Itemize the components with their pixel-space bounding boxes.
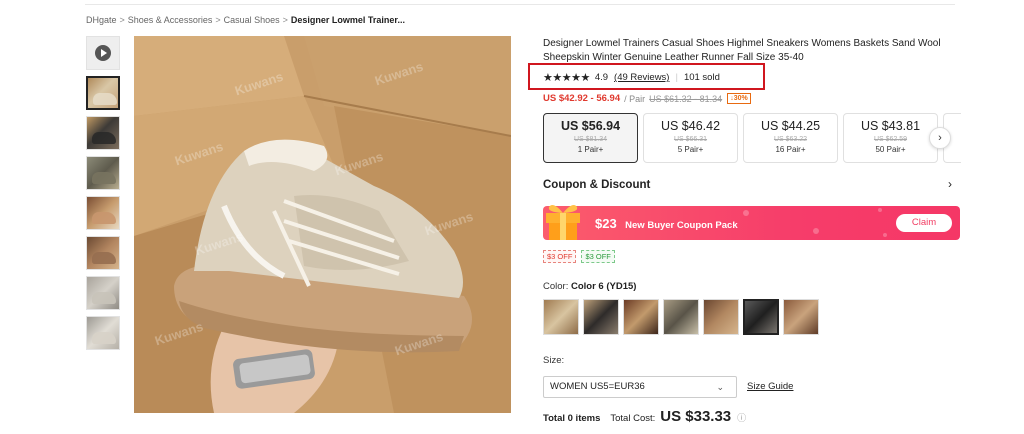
- discount-badge: ↓30%: [727, 93, 751, 104]
- color-swatch[interactable]: [583, 299, 619, 335]
- size-select[interactable]: WOMEN US5=EUR36 ⌄: [543, 376, 737, 398]
- total-cost-label: Total Cost:: [610, 413, 656, 424]
- product-title: Designer Lowmel Trainers Casual Shoes Hi…: [543, 38, 941, 63]
- chevron-right-icon[interactable]: ›: [948, 177, 952, 191]
- info-icon[interactable]: ⓘ: [737, 411, 746, 424]
- thumbnail-image[interactable]: [86, 236, 120, 270]
- color-swatches: [543, 299, 823, 335]
- chevron-right-icon[interactable]: ›: [929, 127, 951, 149]
- breadcrumb-separator: >: [282, 15, 288, 25]
- breadcrumb: DHgate > Shoes & Accessories > Casual Shoes >…: [86, 15, 405, 25]
- thumbnail-image[interactable]: [86, 76, 120, 110]
- discount-chips: $3 OFF $3 OFF: [543, 250, 620, 263]
- sold-count: 101 sold: [683, 72, 720, 83]
- breadcrumb-item-subcategory[interactable]: Casual Shoes: [224, 15, 280, 25]
- thumbnail-image[interactable]: [86, 276, 120, 310]
- size-select-value: WOMEN US5=EUR36: [550, 381, 645, 392]
- color-swatch[interactable]: [663, 299, 699, 335]
- price-row: US $42.92 - 56.94 / Pair US $61.32 - 81.…: [543, 93, 751, 104]
- thumbnail-list: [86, 36, 122, 356]
- selected-color-name: Color 6 (YD15): [570, 281, 637, 292]
- color-label-prefix: Color:: [543, 281, 569, 292]
- breadcrumb-item-home[interactable]: DHgate: [86, 15, 117, 25]
- breadcrumb-current: Designer Lowmel Trainer...: [290, 15, 405, 25]
- breadcrumb-separator: >: [215, 15, 221, 25]
- total-cost: US $33.33: [660, 408, 732, 425]
- tier-original-price: US $81.34: [573, 136, 608, 143]
- rating-value: 4.9: [594, 72, 609, 83]
- size-guide-link[interactable]: Size Guide: [747, 381, 793, 392]
- price-tier[interactable]: US $43.81 US $62.59 50 Pair+: [843, 113, 938, 163]
- size-label: Size:: [543, 355, 565, 366]
- color-label: Color: Color 6 (YD15): [543, 281, 636, 292]
- breadcrumb-separator: >: [119, 15, 125, 25]
- color-swatch[interactable]: [623, 299, 659, 335]
- coupon-chip[interactable]: $3 OFF: [543, 250, 577, 263]
- total-row: Total 0 items Total Cost: US $33.33 ⓘ: [543, 408, 746, 425]
- tier-quantity: 1 Pair+: [577, 145, 604, 154]
- rating-separator: |: [675, 72, 678, 83]
- tier-price: US $56.94: [560, 119, 621, 133]
- play-icon: [95, 45, 111, 61]
- tier-price: US $43.81: [860, 119, 921, 133]
- price-tier[interactable]: US $56.94 US $81.34 1 Pair+: [543, 113, 638, 163]
- price-range: US $42.92 - 56.94: [543, 93, 621, 104]
- price-unit: / Pair: [624, 93, 646, 104]
- original-price-range: US $61.32 - 81.34: [649, 93, 723, 104]
- breadcrumb-item-category[interactable]: Shoes & Accessories: [128, 15, 213, 25]
- price-tier[interactable]: US $46.42 US $66.31 5 Pair+: [643, 113, 738, 163]
- thumbnail-image[interactable]: [86, 156, 120, 190]
- color-swatch[interactable]: [783, 299, 819, 335]
- thumbnail-video[interactable]: [86, 36, 120, 70]
- price-tiers: US $56.94 US $81.34 1 Pair+ US $46.42 US…: [543, 113, 961, 163]
- tier-quantity: 16 Pair+: [775, 145, 806, 154]
- coupon-amount: $23: [595, 216, 617, 231]
- thumbnail-image[interactable]: [86, 316, 120, 350]
- chevron-down-icon: ⌄: [716, 382, 724, 392]
- thumbnail-image[interactable]: [86, 196, 120, 230]
- reviews-link[interactable]: (49 Reviews): [614, 72, 669, 83]
- color-swatch[interactable]: [703, 299, 739, 335]
- claim-button[interactable]: Claim: [896, 214, 952, 232]
- gift-icon: [546, 205, 580, 240]
- rating-row: ★★★★★ 4.9 (49 Reviews) | 101 sold: [543, 71, 720, 84]
- tier-price: US $46.42: [660, 119, 721, 133]
- tier-quantity: 5 Pair+: [677, 145, 704, 154]
- coupon-heading: Coupon & Discount: [543, 179, 651, 191]
- tier-original-price: US $62.59: [873, 136, 908, 143]
- star-rating-icon: ★★★★★: [543, 72, 590, 84]
- price-tier[interactable]: US $44.25 US $63.22 16 Pair+: [743, 113, 838, 163]
- tier-price: US $44.25: [760, 119, 821, 133]
- coupon-banner[interactable]: $23 New Buyer Coupon Pack Claim: [543, 206, 960, 240]
- tier-quantity: 50 Pair+: [875, 145, 906, 154]
- top-divider: [85, 4, 955, 5]
- thumbnail-image[interactable]: [86, 116, 120, 150]
- tier-original-price: US $66.31: [673, 136, 708, 143]
- coupon-description: New Buyer Coupon Pack: [625, 220, 738, 231]
- main-product-image[interactable]: Kuwans Kuwans Kuwans Kuwans Kuwans Kuwan…: [134, 36, 511, 413]
- color-swatch-selected[interactable]: [743, 299, 779, 335]
- coupon-chip[interactable]: $3 OFF: [581, 250, 615, 263]
- coupon-text: $23 New Buyer Coupon Pack: [595, 215, 738, 233]
- tier-original-price: US $63.22: [773, 136, 808, 143]
- total-items: Total 0 items: [543, 413, 601, 424]
- color-swatch[interactable]: [543, 299, 579, 335]
